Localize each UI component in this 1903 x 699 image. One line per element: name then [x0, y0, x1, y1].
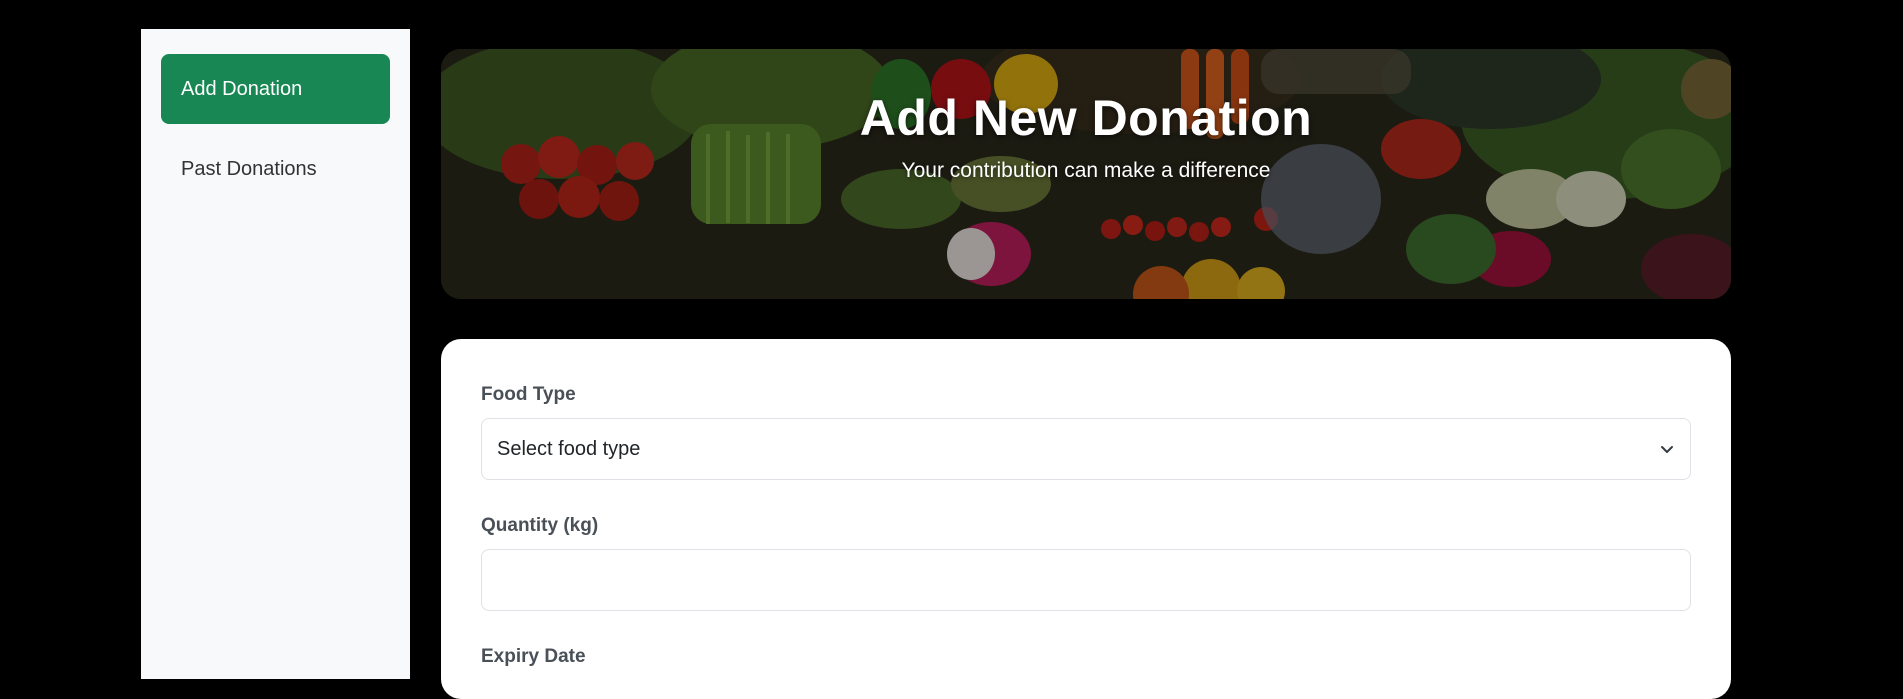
- food-type-label: Food Type: [481, 384, 576, 405]
- hero-text: Add New Donation Your contribution can m…: [441, 89, 1731, 183]
- hero-banner: Add New Donation Your contribution can m…: [441, 49, 1731, 299]
- sidebar-item-past-donations[interactable]: Past Donations: [161, 134, 390, 204]
- sidebar-item-add-donation[interactable]: Add Donation: [161, 54, 390, 124]
- sidebar-item-label: Past Donations: [181, 157, 317, 180]
- expiry-date-label: Expiry Date: [481, 646, 586, 667]
- donation-form: Food Type Select food type Quantity (kg)…: [441, 339, 1731, 699]
- quantity-input[interactable]: [481, 549, 1691, 611]
- food-type-select[interactable]: Select food type: [481, 418, 1691, 480]
- page-subtitle: Your contribution can make a difference: [901, 159, 1271, 182]
- food-type-selected-value: Select food type: [497, 437, 641, 460]
- sidebar: Add Donation Past Donations: [141, 29, 410, 679]
- page-title: Add New Donation: [859, 90, 1313, 146]
- quantity-label: Quantity (kg): [481, 515, 599, 536]
- chevron-down-icon: [1661, 446, 1673, 453]
- sidebar-item-label: Add Donation: [181, 77, 303, 100]
